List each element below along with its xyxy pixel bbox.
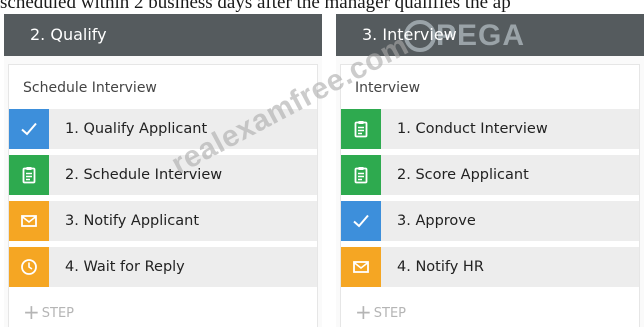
add-step-label: STEP	[373, 306, 407, 321]
stage-title: 2. Qualify	[30, 25, 107, 44]
column-divider	[322, 14, 336, 327]
step-item[interactable]: 4. Wait for Reply	[9, 247, 317, 287]
step-item[interactable]: 3. Approve	[341, 201, 639, 241]
envelope-icon	[9, 201, 49, 241]
check-icon	[9, 109, 49, 149]
step-item[interactable]: 2. Score Applicant	[341, 155, 639, 195]
step-label: 2. Schedule Interview	[65, 167, 223, 183]
stage-qualify: 2. Qualify Schedule Interview 1. Qualify…	[4, 14, 322, 327]
step-label: 3. Approve	[397, 213, 476, 229]
step-item[interactable]: 1. Conduct Interview	[341, 109, 639, 149]
stage-interview: 3. Interview PEGA Interview 1. Conduct I…	[336, 14, 644, 327]
add-step-button[interactable]: + STEP	[9, 293, 317, 331]
add-step-label: STEP	[41, 306, 75, 321]
plus-icon: +	[355, 300, 372, 324]
question-text: scheduled within 2 business days after t…	[0, 0, 511, 13]
clock-icon	[9, 247, 49, 287]
process-name[interactable]: Schedule Interview	[9, 65, 317, 109]
step-label: 1. Conduct Interview	[397, 121, 548, 137]
step-label: 2. Score Applicant	[397, 167, 529, 183]
stage-header[interactable]: 3. Interview PEGA	[336, 14, 644, 56]
process-panel: Schedule Interview 1. Qualify Applicant 2…	[8, 64, 318, 327]
step-item[interactable]: 1. Qualify Applicant	[9, 109, 317, 149]
process-panel: Interview 1. Conduct Interview 2. Score A…	[340, 64, 640, 327]
check-icon	[341, 201, 381, 241]
plus-icon: +	[23, 300, 40, 324]
clipboard-icon	[341, 109, 381, 149]
step-item[interactable]: 3. Notify Applicant	[9, 201, 317, 241]
step-item[interactable]: 4. Notify HR	[341, 247, 639, 287]
stage-title: 3. Interview	[362, 25, 457, 44]
add-step-button[interactable]: + STEP	[341, 293, 639, 331]
clipboard-icon	[341, 155, 381, 195]
step-label: 1. Qualify Applicant	[65, 121, 208, 137]
step-item[interactable]: 2. Schedule Interview	[9, 155, 317, 195]
clipboard-icon	[9, 155, 49, 195]
process-name[interactable]: Interview	[341, 65, 639, 109]
stage-header[interactable]: 2. Qualify	[4, 14, 322, 56]
step-label: 4. Notify HR	[397, 259, 484, 275]
step-label: 3. Notify Applicant	[65, 213, 200, 229]
step-label: 4. Wait for Reply	[65, 259, 185, 275]
envelope-icon	[341, 247, 381, 287]
